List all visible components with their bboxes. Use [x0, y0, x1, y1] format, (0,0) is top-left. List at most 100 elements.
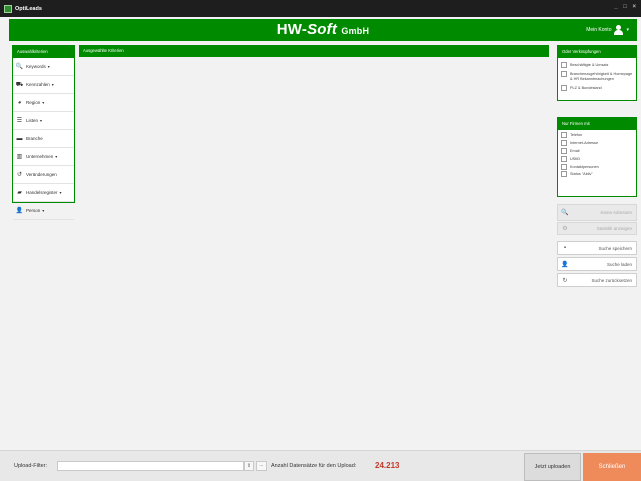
globe-icon: ◕: [17, 99, 22, 106]
checkbox[interactable]: [561, 171, 567, 178]
criteria-panel: Auswahlkriterien 🔍 Keywords ▾ ⛟ Kennzahlen ▾ ◕…: [12, 45, 75, 220]
only-companies-option[interactable]: Status "Aktiv": [558, 171, 636, 179]
only-companies-option[interactable]: Internet-Adresse: [558, 140, 636, 148]
checkbox[interactable]: [561, 62, 567, 68]
criteria-item-veränderungen[interactable]: ↺ Veränderungen: [13, 166, 74, 184]
history-icon: ↺: [16, 171, 23, 178]
or-links-list: Beschäftigte & Umsatz Branchenzugehörigke…: [558, 61, 636, 93]
criteria-item-handelsregister[interactable]: ▰ Handelsregister ▾: [13, 184, 74, 202]
brand-logo: HW-Soft GmbH: [9, 21, 637, 38]
brand-prefix: HW-: [276, 21, 308, 38]
checkbox[interactable]: [561, 140, 567, 147]
footer-bar: Upload-Filter: ⇕ ... Anzahl Datensätze f…: [0, 450, 641, 481]
account-label: Mein Konto: [586, 27, 612, 33]
account-menu[interactable]: Mein Konto ▾: [586, 25, 629, 35]
brand-suffix: GmbH: [341, 26, 370, 36]
close-button[interactable]: Schließen: [583, 453, 641, 481]
window-title: OptiLeads: [15, 5, 42, 12]
floppy-disk-icon: ▪: [563, 245, 567, 251]
checkbox[interactable]: [561, 155, 567, 162]
or-link-option-label: PLZ & Bundesland: [570, 85, 602, 90]
person-icon: 👤: [15, 207, 24, 214]
only-companies-option-label: Status "Aktiv": [570, 172, 593, 177]
save-search-button[interactable]: ▪ Suche speichern: [557, 241, 637, 255]
or-link-option[interactable]: Beschäftigte & Umsatz: [558, 61, 636, 70]
only-companies-panel: Nur Firmen mit Telefon Internet-Adresse Em…: [557, 117, 637, 197]
show-statistics-label: Statistik anzeigen: [596, 226, 632, 231]
or-link-option[interactable]: PLZ & Bundesland: [558, 84, 636, 93]
criteria-item-label: Branche: [26, 136, 43, 141]
chevron-down-icon: ▾: [626, 27, 629, 33]
only-companies-option[interactable]: Email: [558, 147, 636, 156]
checkbox[interactable]: [561, 71, 567, 77]
window-titlebar: OptiLeads _ □ ×: [0, 0, 641, 17]
gear-icon: ⚙: [562, 226, 568, 232]
or-links-panel: Oder Verknüpfungen Beschäftigte & Umsatz…: [557, 45, 637, 101]
app-header: HW-Soft GmbH Mein Konto ▾: [9, 19, 637, 41]
keyword-search-icon: 🔍: [15, 63, 24, 70]
book-icon: ▰: [17, 189, 22, 196]
criteria-item-person[interactable]: 👤 Person ▾: [13, 202, 74, 220]
criteria-list: 🔍 Keywords ▾ ⛟ Kennzahlen ▾ ◕ Region ▾ ☰ Listen ▾ ▬ B…: [13, 58, 74, 220]
criteria-item-kennzahlen[interactable]: ⛟ Kennzahlen ▾: [13, 76, 74, 94]
building-icon: ▥: [16, 153, 23, 160]
cars-icon: ⛟: [15, 81, 24, 88]
criteria-item-label: Handelsregister: [26, 190, 58, 195]
criteria-item-keywords[interactable]: 🔍 Keywords ▾: [13, 58, 74, 76]
only-companies-option-label: Telefon: [570, 133, 583, 138]
checkbox[interactable]: [561, 132, 567, 139]
criteria-item-label: Region: [26, 100, 41, 105]
spin-icon[interactable]: ⇕: [244, 461, 254, 471]
checkbox[interactable]: [561, 163, 567, 170]
list-icon: ☰: [16, 117, 23, 124]
upload-filter-label: Upload-Filter:: [14, 463, 48, 469]
window-controls[interactable]: _ □ ×: [614, 4, 638, 10]
upload-now-button[interactable]: Jetzt uploaden: [524, 453, 581, 481]
reset-search-button[interactable]: ↻ Suche zurücksetzen: [557, 273, 637, 287]
only-companies-option-label: Internet-Adresse: [570, 141, 599, 146]
no-addresses-label: Keine Adressen: [600, 210, 632, 215]
user-icon: [614, 25, 624, 35]
no-addresses-button[interactable]: 🔍 Keine Adressen: [557, 204, 637, 221]
only-companies-title: Nur Firmen mit: [558, 118, 636, 130]
criteria-item-label: Unternehmen: [26, 154, 54, 159]
criteria-item-region[interactable]: ◕ Region ▾: [13, 94, 74, 112]
criteria-item-listen[interactable]: ☰ Listen ▾: [13, 112, 74, 130]
or-link-option[interactable]: Branchenzugehörigkeit & Homepage & HR Be…: [558, 70, 636, 84]
only-companies-option[interactable]: Telefon: [558, 132, 636, 140]
chevron-down-icon: ▾: [59, 190, 62, 195]
checkbox[interactable]: [561, 147, 567, 154]
load-search-button[interactable]: 👤 Suche laden: [557, 257, 637, 271]
record-count-label: Anzahl Datensätze für den Upload:: [271, 463, 357, 469]
only-companies-list: Telefon Internet-Adresse Email UStID Kontakt…: [558, 130, 636, 179]
only-companies-option[interactable]: Kontaktpersonen: [558, 163, 636, 171]
reset-search-label: Suche zurücksetzen: [591, 277, 632, 283]
or-links-title: Oder Verknüpfungen: [558, 46, 636, 58]
criteria-item-label: Kennzahlen: [26, 82, 50, 87]
browse-button[interactable]: ...: [256, 461, 267, 471]
criteria-item-label: Person: [26, 208, 41, 213]
upload-filter-input[interactable]: [57, 461, 244, 471]
chevron-down-icon: ▾: [55, 154, 58, 159]
magnifier-icon: 🔍: [561, 210, 569, 216]
chevron-down-icon: ▾: [42, 208, 45, 213]
app-icon: [4, 4, 12, 13]
chevron-down-icon: ▾: [47, 64, 50, 69]
record-count-value: 24.213: [375, 461, 400, 470]
checkbox[interactable]: [561, 84, 567, 91]
only-companies-option-label: Email: [570, 148, 580, 153]
show-statistics-button[interactable]: ⚙ Statistik anzeigen: [557, 222, 637, 235]
chevron-down-icon: ▾: [42, 100, 45, 105]
criteria-item-unternehmen[interactable]: ▥ Unternehmen ▾: [13, 148, 74, 166]
load-search-label: Suche laden: [606, 261, 632, 267]
criteria-item-label: Listen: [26, 118, 39, 123]
selected-criteria-title: Ausgewählte Kriterien: [79, 45, 549, 57]
only-companies-option[interactable]: UStID: [558, 155, 636, 163]
or-link-option-label: Beschäftigte & Umsatz: [570, 63, 609, 67]
save-search-label: Suche speichern: [598, 245, 632, 251]
brand-soft: Soft: [307, 21, 338, 38]
criteria-item-label: Veränderungen: [26, 172, 57, 177]
only-companies-option-label: Kontaktpersonen: [570, 164, 599, 169]
criteria-item-branche[interactable]: ▬ Branche: [13, 130, 74, 148]
chevron-down-icon: ▾: [40, 118, 43, 123]
